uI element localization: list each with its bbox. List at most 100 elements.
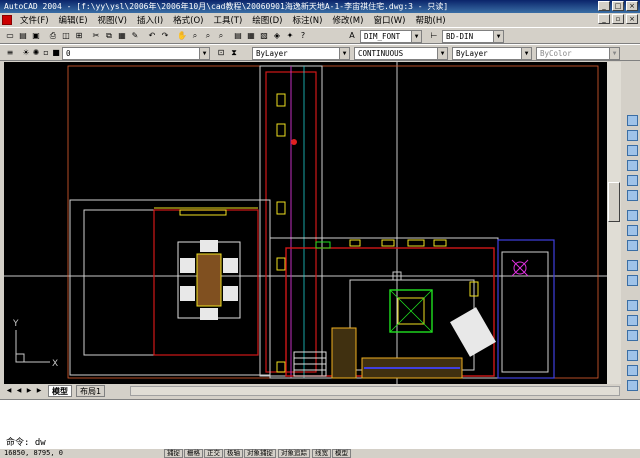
dim-style-combo[interactable]: BD-DIN ▼ bbox=[442, 30, 504, 43]
undo-icon[interactable]: ↶ bbox=[146, 30, 158, 42]
match-properties-icon[interactable]: ✎ bbox=[129, 30, 141, 42]
publish-icon[interactable]: ⊞ bbox=[73, 30, 85, 42]
menu-format[interactable]: 格式(O) bbox=[168, 14, 208, 26]
make-object-layer-current-icon[interactable]: ⊡ bbox=[215, 47, 227, 59]
tab-layout1[interactable]: 布局1 bbox=[76, 385, 106, 397]
coordinate-readout: 16850, 8795, 0 bbox=[4, 449, 64, 457]
text-style-combo[interactable]: DIM_FONT ▼ bbox=[360, 30, 422, 43]
maximize-button[interactable]: □ bbox=[612, 1, 624, 11]
horizontal-scrollbar[interactable] bbox=[130, 386, 620, 396]
move-icon[interactable] bbox=[627, 190, 638, 201]
menu-tools[interactable]: 工具(T) bbox=[208, 14, 247, 26]
chair bbox=[223, 258, 238, 273]
tab-prev-icon[interactable]: ◀ bbox=[14, 386, 24, 396]
drawing-canvas[interactable]: Y X bbox=[4, 62, 607, 384]
new-icon[interactable]: ▭ bbox=[4, 30, 16, 42]
explode-icon[interactable] bbox=[627, 350, 638, 361]
fillet-icon[interactable] bbox=[627, 330, 638, 341]
menu-bar: 文件(F) 编辑(E) 视图(V) 插入(I) 格式(O) 工具(T) 绘图(D… bbox=[0, 13, 640, 27]
layer-previous-icon[interactable]: ⧗ bbox=[228, 47, 240, 59]
minimize-button[interactable]: _ bbox=[598, 1, 610, 11]
erase-icon[interactable] bbox=[627, 115, 638, 126]
tab-first-icon[interactable]: ◀ bbox=[4, 386, 14, 396]
layer-combo[interactable]: 0 ▼ bbox=[62, 47, 210, 60]
close-button[interactable]: × bbox=[626, 1, 638, 11]
properties-icon[interactable]: ▤ bbox=[232, 30, 244, 42]
floor-plan-drawing: Y X bbox=[4, 62, 607, 384]
model-toggle[interactable]: 模型 bbox=[332, 449, 351, 458]
polar-toggle[interactable]: 极轴 bbox=[224, 449, 243, 458]
trim-icon[interactable] bbox=[627, 260, 638, 271]
fixture bbox=[315, 241, 331, 249]
boundary-icon[interactable] bbox=[627, 380, 638, 391]
scale-icon[interactable] bbox=[627, 225, 638, 236]
menu-insert[interactable]: 插入(I) bbox=[132, 14, 168, 26]
command-line[interactable]: 命令: dw bbox=[6, 435, 46, 448]
menu-modify[interactable]: 修改(M) bbox=[327, 14, 368, 26]
otrack-toggle[interactable]: 对象追踪 bbox=[278, 449, 310, 458]
help-icon[interactable]: ? bbox=[297, 30, 309, 42]
stretch-icon[interactable] bbox=[627, 240, 638, 251]
chevron-down-icon: ▼ bbox=[339, 48, 349, 59]
menu-window[interactable]: 窗口(W) bbox=[368, 14, 410, 26]
design-center-icon[interactable]: ▦ bbox=[245, 30, 257, 42]
zoom-previous-icon[interactable]: ⌕ bbox=[215, 30, 227, 42]
menu-view[interactable]: 视图(V) bbox=[93, 14, 132, 26]
open-icon[interactable]: ▤ bbox=[17, 30, 29, 42]
pan-icon[interactable]: ✋ bbox=[176, 30, 188, 42]
save-icon[interactable]: ▣ bbox=[30, 30, 42, 42]
osnap-toggle[interactable]: 对象捕捉 bbox=[244, 449, 276, 458]
tab-last-icon[interactable]: ▶ bbox=[34, 386, 44, 396]
doc-restore-button[interactable]: ▫ bbox=[612, 14, 624, 24]
preview-icon[interactable]: ◫ bbox=[60, 30, 72, 42]
menu-help[interactable]: 帮助(H) bbox=[411, 14, 451, 26]
rotate-icon[interactable] bbox=[627, 210, 638, 221]
menu-draw[interactable]: 绘图(D) bbox=[247, 14, 287, 26]
cabinet bbox=[433, 239, 447, 247]
mirror-icon[interactable] bbox=[627, 145, 638, 156]
layer-manager-icon[interactable]: ≡ bbox=[4, 47, 16, 59]
command-input[interactable]: dw bbox=[35, 438, 46, 448]
doc-close-button[interactable]: × bbox=[626, 14, 638, 24]
color-combo[interactable]: ByLayer ▼ bbox=[252, 47, 350, 60]
grid-toggle[interactable]: 栅格 bbox=[184, 449, 203, 458]
chair bbox=[200, 308, 218, 320]
balcony bbox=[497, 239, 555, 379]
menu-file[interactable]: 文件(F) bbox=[15, 14, 54, 26]
break-icon[interactable] bbox=[627, 300, 638, 311]
menu-dimension[interactable]: 标注(N) bbox=[287, 14, 327, 26]
tool-palettes-icon[interactable]: ▧ bbox=[258, 30, 270, 42]
lineweight-combo[interactable]: ByLayer ▼ bbox=[452, 47, 532, 60]
tab-next-icon[interactable]: ▶ bbox=[24, 386, 34, 396]
print-icon[interactable]: ⎙ bbox=[47, 30, 59, 42]
linetype-combo[interactable]: CONTINUOUS ▼ bbox=[354, 47, 448, 60]
extend-icon[interactable] bbox=[627, 275, 638, 286]
tab-model[interactable]: 模型 bbox=[48, 385, 72, 397]
menu-edit[interactable]: 编辑(E) bbox=[54, 14, 93, 26]
doc-minimize-button[interactable]: _ bbox=[598, 14, 610, 24]
autocad-doc-icon[interactable] bbox=[2, 15, 12, 25]
vertical-scrollbar[interactable] bbox=[607, 62, 621, 384]
offset-icon[interactable] bbox=[627, 160, 638, 171]
chair bbox=[200, 240, 218, 252]
command-window[interactable]: 命令: dw bbox=[0, 399, 640, 450]
region-icon[interactable] bbox=[627, 365, 638, 376]
chamfer-icon[interactable] bbox=[627, 315, 638, 326]
copy-object-icon[interactable] bbox=[627, 130, 638, 141]
ortho-toggle[interactable]: 正交 bbox=[204, 449, 223, 458]
copy-icon[interactable]: ⧉ bbox=[103, 30, 115, 42]
zoom-realtime-icon[interactable]: ⌕ bbox=[189, 30, 201, 42]
paste-icon[interactable]: ▦ bbox=[116, 30, 128, 42]
lineweight-toggle[interactable]: 线宽 bbox=[312, 449, 331, 458]
ucs-y-label: Y bbox=[12, 319, 19, 329]
array-icon[interactable] bbox=[627, 175, 638, 186]
fixture bbox=[276, 201, 286, 215]
fixture bbox=[276, 361, 286, 373]
cut-icon[interactable]: ✂ bbox=[90, 30, 102, 42]
zoom-window-icon[interactable]: ⌕ bbox=[202, 30, 214, 42]
snap-toggle[interactable]: 捕捉 bbox=[164, 449, 183, 458]
redo-icon[interactable]: ↷ bbox=[159, 30, 171, 42]
dbconnect-icon[interactable]: ◈ bbox=[271, 30, 283, 42]
scrollbar-thumb[interactable] bbox=[608, 182, 620, 222]
markup-icon[interactable]: ✦ bbox=[284, 30, 296, 42]
